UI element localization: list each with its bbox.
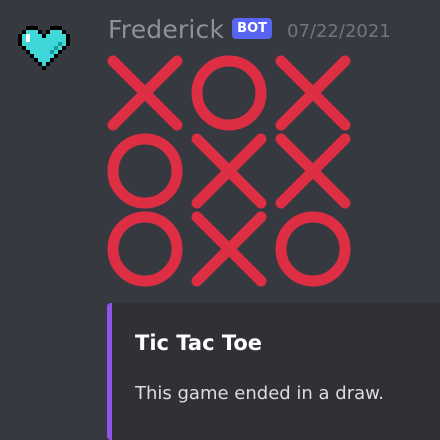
bot-badge: BOT bbox=[232, 17, 272, 39]
x-mark bbox=[191, 211, 267, 287]
x-mark bbox=[107, 55, 183, 131]
o-mark bbox=[275, 211, 351, 287]
o-mark bbox=[191, 55, 267, 131]
embed-description: This game ended in a draw. bbox=[135, 383, 384, 404]
embed-title: Tic Tac Toe bbox=[135, 331, 263, 355]
avatar[interactable] bbox=[18, 18, 74, 74]
timestamp: 07/22/2021 bbox=[287, 20, 391, 42]
x-mark bbox=[275, 133, 351, 209]
username[interactable]: Frederick bbox=[108, 15, 224, 44]
tic-tac-toe-board bbox=[105, 53, 355, 289]
message-header: Frederick BOT 07/22/2021 bbox=[108, 12, 391, 46]
pixel-heart-icon bbox=[18, 26, 70, 70]
x-mark bbox=[191, 133, 267, 209]
embed-card: Tic Tac Toe This game ended in a draw. bbox=[107, 303, 440, 440]
x-mark bbox=[275, 55, 351, 131]
o-mark bbox=[107, 211, 183, 287]
o-mark bbox=[107, 133, 183, 209]
chat-message: Frederick BOT 07/22/2021 Tic Tac Toe Thi… bbox=[0, 0, 440, 440]
